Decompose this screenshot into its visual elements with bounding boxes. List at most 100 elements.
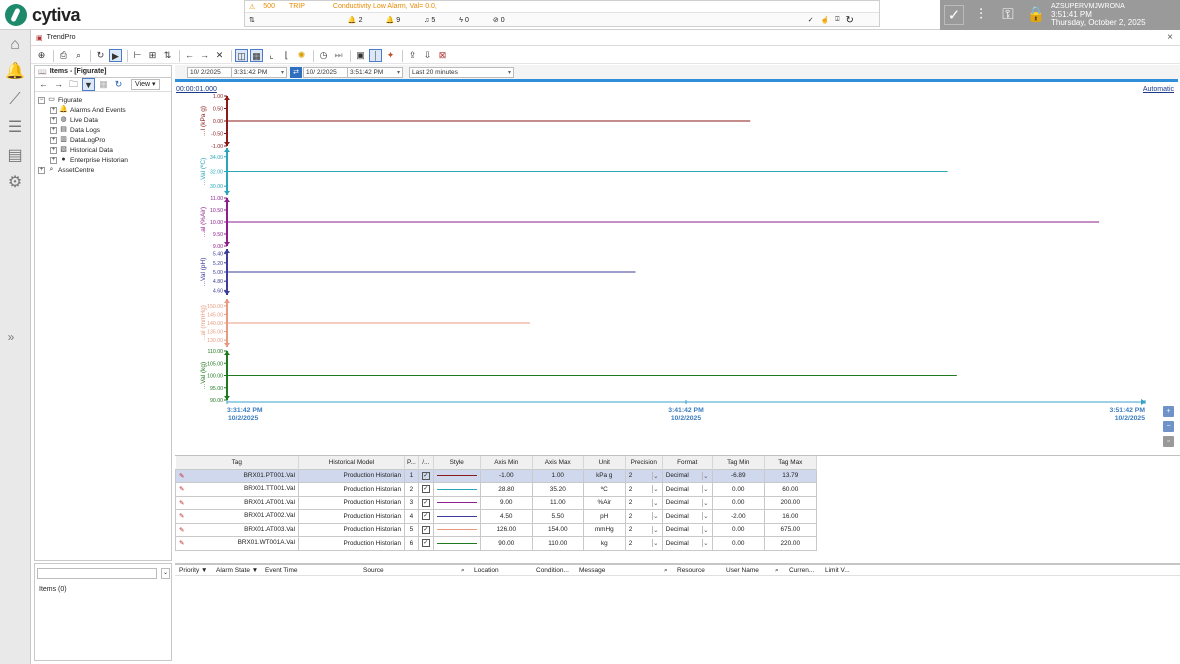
line-chart-icon[interactable]: ⌞	[265, 49, 278, 62]
format-cell[interactable]: Decimal ⌄	[661, 509, 713, 524]
tree-node-alarms-and-events[interactable]: + 🔔 Alarms And Events	[50, 105, 126, 115]
tag-max-cell[interactable]: 220.00	[763, 536, 817, 551]
ack-check-icon[interactable]: ✓	[808, 16, 814, 24]
col-condition[interactable]: Condition...	[536, 567, 569, 574]
duration-select[interactable]: Last 20 minutes ▾	[409, 66, 514, 78]
axis-min-cell[interactable]: -1.00	[479, 468, 533, 483]
source-search-icon[interactable]: ⌕	[461, 567, 465, 575]
col-axis-max[interactable]: Axis Max	[532, 456, 584, 469]
items-filter-input[interactable]	[37, 568, 157, 579]
table-row[interactable]: ✎ BRX01.PT001.Val Production Historian 1 ✓ -1…	[175, 468, 817, 483]
message-search-icon[interactable]: ⌕	[664, 567, 668, 575]
axis-min-cell[interactable]: 126.00	[479, 522, 533, 537]
precision-cell[interactable]: 2 ⌄	[624, 482, 663, 497]
filter-icon[interactable]: ▼	[82, 78, 95, 91]
style-cell[interactable]	[432, 495, 481, 510]
chevron-down-icon[interactable]: ⌄	[651, 485, 659, 494]
chevron-down-icon[interactable]: ⌄	[651, 512, 659, 521]
play-icon[interactable]: ▶	[109, 49, 122, 62]
expand-icon[interactable]: +	[50, 116, 57, 124]
chevron-down-icon[interactable]: ⌄	[651, 471, 659, 480]
col-resource[interactable]: Resource	[677, 567, 705, 574]
tag-min-cell[interactable]: -6.89	[711, 468, 765, 483]
table-row[interactable]: ✎ BRX01.AT003.Val Production Historian 5 ✓ 12…	[175, 522, 817, 537]
table-row[interactable]: ✎ BRX01.AT001.Val Production Historian 3 ✓ 9.…	[175, 495, 817, 510]
disabled-alarms-count[interactable]: ⊘ 0	[493, 16, 505, 25]
tag-min-cell[interactable]: 0.00	[711, 482, 765, 497]
unit-cell[interactable]: kPa g	[582, 468, 626, 483]
close-icon[interactable]: ×	[1167, 32, 1173, 43]
visible-checkbox-cell[interactable]: ✓	[417, 522, 434, 537]
style-cell[interactable]	[432, 482, 481, 497]
print-icon[interactable]: ⎙	[57, 49, 70, 62]
shelved-alarms-count[interactable]: ϟ0	[459, 17, 469, 24]
tag-max-cell[interactable]: 13.79	[763, 468, 817, 483]
expand-icon[interactable]: +	[50, 156, 57, 164]
x-axis-icon[interactable]: ⏐	[369, 49, 382, 62]
new-icon[interactable]: ⊕	[35, 49, 48, 62]
forward-icon[interactable]: →	[52, 78, 65, 91]
expand-icon[interactable]: +	[50, 126, 57, 134]
tag-cell[interactable]: ✎ BRX01.TT001.Val	[175, 482, 299, 497]
visible-checkbox[interactable]: ✓	[421, 539, 430, 548]
visible-checkbox-cell[interactable]: ✓	[417, 495, 434, 510]
col-source[interactable]: Source	[363, 567, 384, 574]
precision-cell[interactable]: 2 ⌄	[624, 509, 663, 524]
axis-min-cell[interactable]: 4.50	[479, 509, 533, 524]
end-time-field[interactable]: 3:51:42 PM ▾	[348, 66, 403, 78]
zoom-out-icon[interactable]: −	[1163, 421, 1174, 432]
tag-max-cell[interactable]: 200.00	[763, 495, 817, 510]
tree-node-live-data[interactable]: + ◍ Live Data	[50, 115, 98, 125]
filter-dropdown-icon[interactable]: ⌄	[161, 568, 170, 579]
unit-cell[interactable]: ºC	[582, 482, 626, 497]
tag-cell[interactable]: ✎ BRX01.PT001.Val	[175, 468, 299, 483]
visible-checkbox-cell[interactable]: ✓	[417, 509, 434, 524]
trend-icon[interactable]: ⟋	[4, 89, 26, 111]
col-message[interactable]: Message	[579, 567, 605, 574]
tag-min-cell[interactable]: 0.00	[711, 522, 765, 537]
visible-checkbox[interactable]: ✓	[421, 485, 430, 494]
delete-x-icon[interactable]: ✕	[213, 49, 226, 62]
visible-checkbox[interactable]: ✓	[421, 471, 430, 480]
format-cell[interactable]: Decimal ⌄	[661, 522, 713, 537]
active-alarms-count[interactable]: 🔔 9	[386, 16, 401, 25]
table-row[interactable]: ✎ BRX01.AT002.Val Production Historian 4 ✓ 4.…	[175, 509, 817, 524]
historical-model-cell[interactable]: Production Historian	[298, 468, 405, 483]
chevron-down-icon[interactable]: ⌄	[701, 525, 709, 534]
chevron-down-icon[interactable]: ⌄	[651, 498, 659, 507]
axis-icon[interactable]: ⊞	[146, 49, 159, 62]
snapshot-icon[interactable]: ▣	[354, 49, 367, 62]
unack-alarms-count[interactable]: 🔔 2	[348, 16, 363, 25]
stacked-view-icon[interactable]: ▦	[250, 49, 263, 62]
historical-model-cell[interactable]: Production Historian	[298, 482, 405, 497]
col-location[interactable]: Location	[474, 567, 499, 574]
tree-node-figurate[interactable]: − ▭ Figurate	[38, 95, 82, 105]
refresh-items-icon[interactable]: ↻	[112, 78, 125, 91]
chevron-down-icon[interactable]: ⌄	[701, 539, 709, 548]
tree-node-datalogpro[interactable]: + ▥ DataLogPro	[50, 135, 105, 145]
col-limit[interactable]: Limit V...	[825, 567, 850, 574]
expand-rail-icon[interactable]: »	[0, 326, 22, 348]
chart-view-icon[interactable]: ◫	[235, 49, 248, 62]
lock-icon[interactable]: 🔒	[1026, 5, 1046, 25]
scale-icon[interactable]: ⇅	[161, 49, 174, 62]
unit-cell[interactable]: mmHg	[582, 522, 626, 537]
format-cell[interactable]: Decimal ⌄	[661, 495, 713, 510]
historical-model-cell[interactable]: Production Historian	[298, 495, 405, 510]
alarm-bell-count[interactable]: ♫ 5	[424, 17, 435, 24]
ack-hand-icon[interactable]: ☝	[821, 16, 830, 24]
user-search-icon[interactable]: ⌕	[775, 567, 779, 575]
export-icon[interactable]: ⇪	[406, 49, 419, 62]
start-date-field[interactable]: 10/ 2/2025	[187, 66, 232, 78]
tree-node-historical-data[interactable]: + ▧ Historical Data	[50, 145, 113, 155]
expand-icon[interactable]: +	[50, 136, 57, 144]
axis-max-cell[interactable]: 110.00	[531, 536, 584, 551]
col-format[interactable]: Format	[662, 456, 713, 469]
alarm-banner[interactable]: ⚠ 500 TRIP Conductivity Low Alarm, Val= …	[244, 0, 880, 27]
unit-cell[interactable]: pH	[582, 509, 626, 524]
precision-cell[interactable]: 2 ⌄	[624, 495, 663, 510]
visible-checkbox[interactable]: ✓	[421, 498, 430, 507]
tag-min-cell[interactable]: 0.00	[711, 495, 765, 510]
alarm-bell-rail-icon[interactable]: 🔔	[4, 61, 26, 83]
chevron-down-icon[interactable]: ⌄	[651, 539, 659, 548]
